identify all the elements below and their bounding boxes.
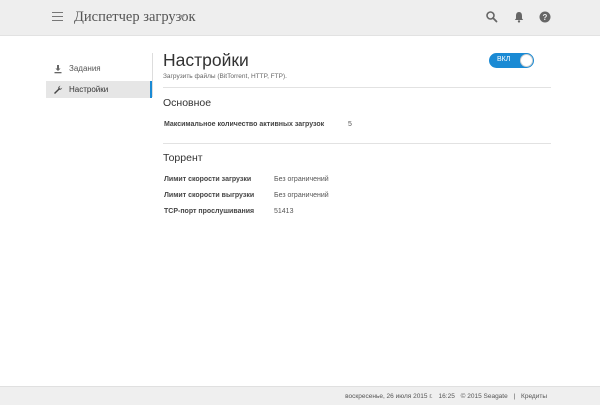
- help-icon[interactable]: ?: [538, 10, 552, 24]
- setting-value[interactable]: 51413: [274, 208, 293, 215]
- setting-value[interactable]: Без ограничений: [274, 176, 329, 183]
- setting-label: TCP-порт прослушивания: [164, 208, 255, 215]
- footer-time: 16:25: [438, 393, 455, 400]
- toggle-knob[interactable]: [520, 54, 533, 67]
- credits-link[interactable]: Кредиты: [521, 393, 547, 400]
- menu-icon[interactable]: [52, 12, 63, 22]
- page-subtitle: Загрузить файлы (BitTorrent, HTTP, FTP).: [163, 73, 287, 80]
- setting-label: Лимит скорости выгрузки: [164, 192, 255, 199]
- setting-label: Максимальное количество активных загрузо…: [164, 121, 325, 128]
- section-title-general: Основное: [163, 97, 212, 109]
- toggle-label: ВКЛ: [497, 56, 511, 63]
- footer: воскресенье, 26 июля 2015 г. 16:25 © 201…: [0, 386, 600, 405]
- footer-copyright: © 2015 Seagate: [460, 393, 508, 400]
- setting-row: Лимит скорости выгрузки Без ограничений: [163, 192, 551, 202]
- divider: [163, 87, 551, 88]
- setting-value[interactable]: Без ограничений: [274, 192, 329, 199]
- sidebar-divider: [152, 53, 153, 97]
- sidebar: Задания Настройки: [46, 60, 152, 102]
- section-title-torrent: Торрент: [163, 152, 203, 164]
- main-content: Настройки Загрузить файлы (BitTorrent, H…: [163, 50, 553, 215]
- svg-text:?: ?: [543, 13, 548, 22]
- footer-info: воскресенье, 26 июля 2015 г. 16:25 © 201…: [341, 393, 547, 400]
- sidebar-item-label: Настройки: [69, 85, 109, 94]
- setting-value[interactable]: 5: [348, 121, 352, 128]
- sidebar-item-label: Задания: [69, 64, 101, 73]
- setting-row: Максимальное количество активных загрузо…: [163, 121, 551, 131]
- footer-date: воскресенье, 26 июля 2015 г.: [345, 393, 433, 400]
- sidebar-item-tasks[interactable]: Задания: [46, 60, 152, 77]
- setting-row: TCP-порт прослушивания 51413: [163, 208, 551, 218]
- setting-row: Лимит скорости загрузки Без ограничений: [163, 176, 551, 186]
- enable-toggle[interactable]: ВКЛ: [489, 53, 534, 68]
- setting-label: Лимит скорости загрузки: [164, 176, 252, 183]
- chevron-down-icon[interactable]: [179, 15, 185, 19]
- wrench-icon: [53, 85, 63, 95]
- sidebar-item-settings[interactable]: Настройки: [46, 81, 152, 98]
- footer-separator: |: [513, 393, 516, 400]
- top-bar: Диспетчер загрузок ?: [0, 0, 600, 36]
- bell-icon[interactable]: [512, 10, 526, 24]
- divider: [163, 143, 551, 144]
- download-icon: [53, 64, 63, 74]
- app-title[interactable]: Диспетчер загрузок: [74, 9, 196, 26]
- search-icon[interactable]: [485, 10, 499, 24]
